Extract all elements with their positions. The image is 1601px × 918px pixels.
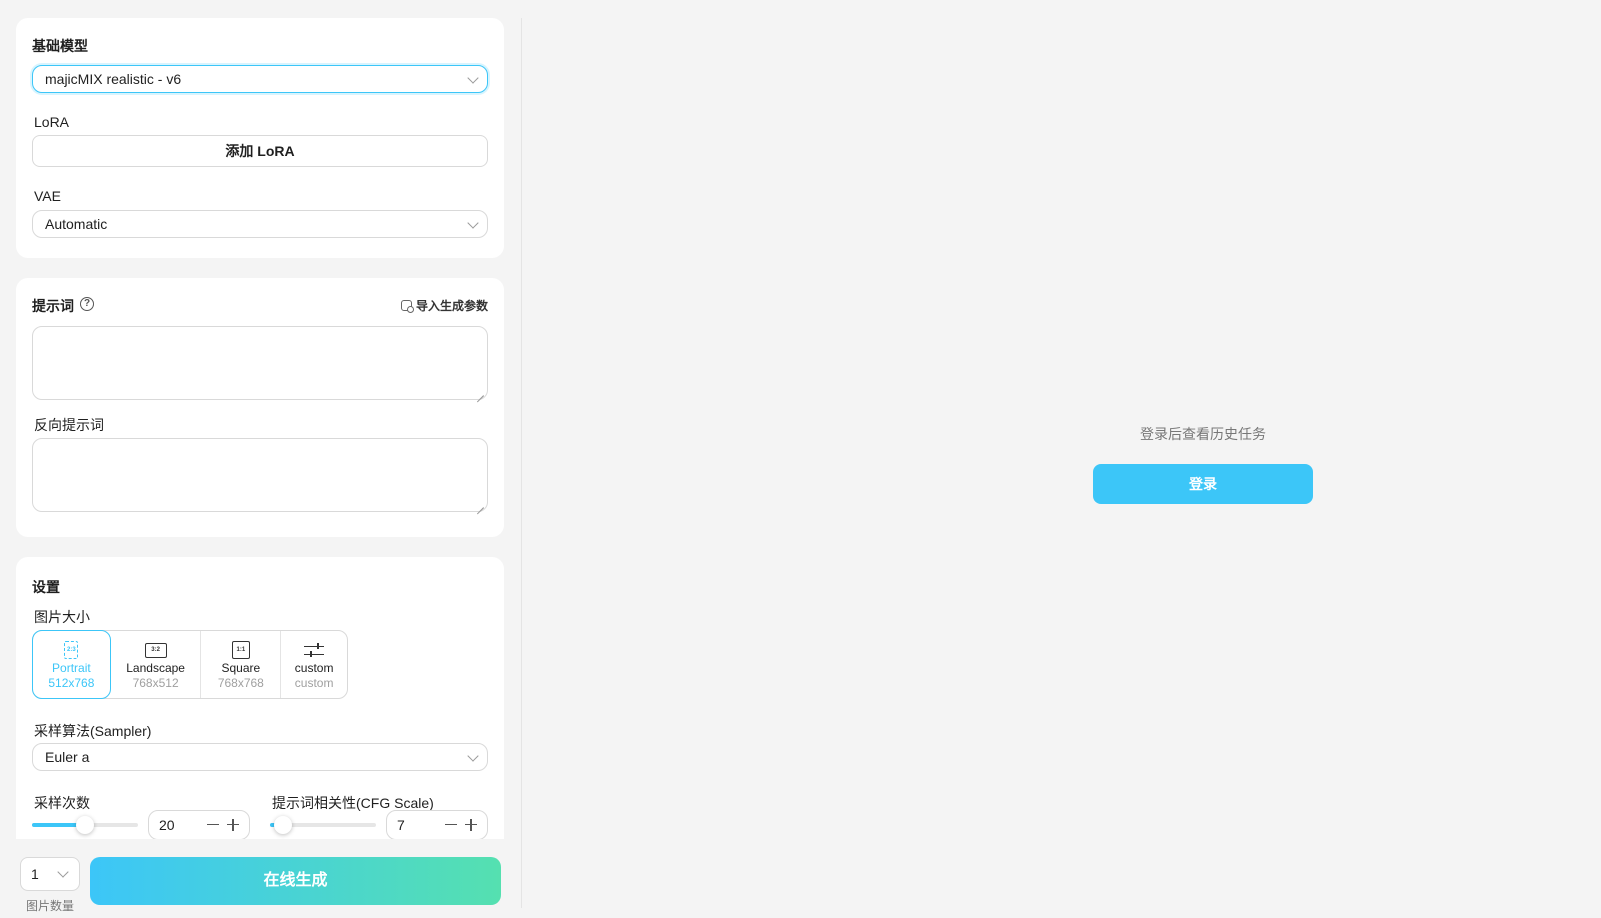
sliders-icon (304, 642, 325, 658)
chevron-down-icon (467, 72, 479, 84)
base-model-value: majicMIX realistic - v6 (45, 71, 182, 87)
resize-handle-icon[interactable] (477, 389, 484, 396)
steps-slider[interactable] (32, 816, 138, 834)
model-card: 基础模型 majicMIX realistic - v6 LoRA 添加 LoR… (16, 18, 504, 258)
steps-slider-thumb[interactable] (76, 816, 94, 834)
settings-title: 设置 (32, 579, 60, 595)
import-params-button[interactable]: 导入生成参数 (400, 297, 488, 314)
bottom-action-bar: 1 图片数量 在线生成 (0, 839, 521, 918)
negative-prompt-input[interactable] (32, 438, 488, 512)
size-option-custom[interactable]: custom custom (281, 631, 347, 698)
base-model-select[interactable]: majicMIX realistic - v6 (32, 65, 488, 93)
sampler-select[interactable]: Euler a (32, 743, 488, 771)
panel-divider (521, 18, 522, 908)
image-count-select[interactable]: 1 (20, 857, 80, 891)
vae-value: Automatic (45, 216, 108, 232)
landscape-ratio-icon: 3:2 (144, 642, 167, 658)
minus-icon[interactable] (207, 824, 219, 826)
plus-icon[interactable] (465, 816, 477, 834)
add-lora-button[interactable]: 添加 LoRA (32, 135, 488, 167)
steps-stepper[interactable]: 20 (148, 810, 250, 839)
minus-icon[interactable] (445, 824, 457, 826)
cfg-slider-thumb[interactable] (273, 816, 292, 834)
cfg-value: 7 (397, 817, 405, 833)
sampler-value: Euler a (45, 749, 90, 765)
lora-label: LoRA (34, 114, 70, 130)
prompt-title: 提示词 (32, 298, 74, 314)
help-icon[interactable]: ? (80, 297, 94, 311)
image-count-label: 图片数量 (26, 899, 75, 913)
image-size-selector: 2:3 Portrait 512x768 3:2 Landscape 768x5… (32, 630, 348, 699)
prompt-card: 提示词 ? 导入生成参数 反向提示词 (16, 278, 504, 537)
size-option-square[interactable]: 1:1 Square 768x768 (201, 631, 282, 698)
sampler-label: 采样算法(Sampler) (34, 723, 152, 739)
image-count-value: 1 (31, 866, 39, 882)
plus-icon[interactable] (227, 816, 239, 834)
settings-card: 设置 图片大小 2:3 Portrait 512x768 3:2 Landsca… (16, 557, 504, 839)
left-panel: 基础模型 majicMIX realistic - v6 LoRA 添加 LoR… (0, 0, 521, 918)
square-ratio-icon: 1:1 (231, 641, 250, 659)
cfg-slider[interactable] (270, 816, 376, 834)
prompt-input[interactable] (32, 326, 488, 400)
login-button[interactable]: 登录 (1093, 464, 1313, 504)
cfg-stepper[interactable]: 7 (386, 810, 488, 839)
size-option-landscape[interactable]: 3:2 Landscape 768x512 (111, 631, 202, 698)
import-icon (400, 300, 414, 313)
vae-label: VAE (34, 188, 61, 204)
chevron-down-icon (467, 750, 479, 762)
resize-handle-icon[interactable] (477, 501, 484, 508)
vae-select[interactable]: Automatic (32, 210, 488, 238)
generate-button[interactable]: 在线生成 (90, 857, 501, 905)
portrait-ratio-icon: 2:3 (64, 641, 79, 659)
history-login-message: 登录后查看历史任务 (1140, 426, 1266, 442)
import-params-label: 导入生成参数 (415, 299, 488, 313)
image-size-label: 图片大小 (34, 609, 90, 625)
chevron-down-icon (57, 866, 69, 878)
chevron-down-icon (467, 217, 479, 229)
steps-label: 采样次数 (34, 795, 90, 811)
steps-value: 20 (159, 817, 175, 833)
size-option-portrait[interactable]: 2:3 Portrait 512x768 (32, 630, 111, 699)
negative-prompt-label: 反向提示词 (34, 417, 104, 433)
base-model-title: 基础模型 (32, 38, 88, 54)
